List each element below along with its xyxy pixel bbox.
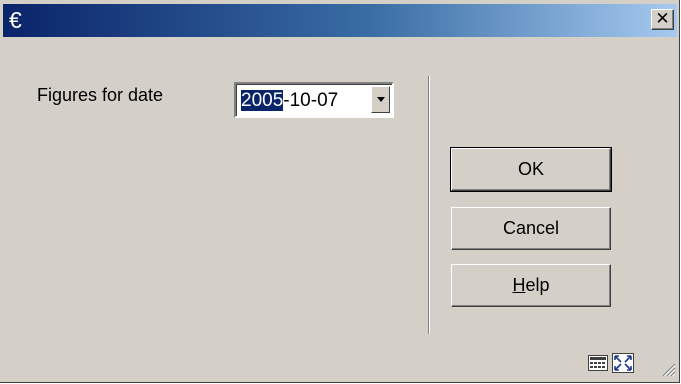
date-value[interactable]: 2005-10-07 — [241, 90, 338, 112]
close-icon: ✕ — [655, 9, 670, 29]
chevron-down-icon — [377, 97, 385, 102]
ok-button[interactable]: OK — [450, 147, 612, 192]
vertical-divider — [428, 76, 430, 334]
date-month-day[interactable]: -10-07 — [283, 90, 338, 111]
close-button[interactable]: ✕ — [651, 9, 674, 30]
resize-window-icon[interactable] — [612, 353, 634, 373]
date-combobox[interactable]: 2005-10-07 — [234, 82, 394, 118]
cancel-button[interactable]: Cancel — [451, 207, 611, 250]
help-button[interactable]: Help — [451, 264, 611, 307]
size-grip-icon[interactable] — [660, 361, 676, 377]
title-bar[interactable]: € ✕ — [3, 4, 677, 37]
dialog-window: € ✕ Figures for date 2005-10-07 OK Cance… — [0, 0, 680, 383]
help-label: elp — [525, 275, 550, 295]
euro-icon: € — [9, 7, 22, 33]
date-dropdown-button[interactable] — [371, 86, 390, 113]
help-accelerator: H — [512, 275, 526, 295]
figures-for-date-label: Figures for date — [37, 85, 164, 105]
date-year-selected[interactable]: 2005 — [241, 90, 284, 111]
calculator-icon[interactable] — [588, 355, 608, 371]
